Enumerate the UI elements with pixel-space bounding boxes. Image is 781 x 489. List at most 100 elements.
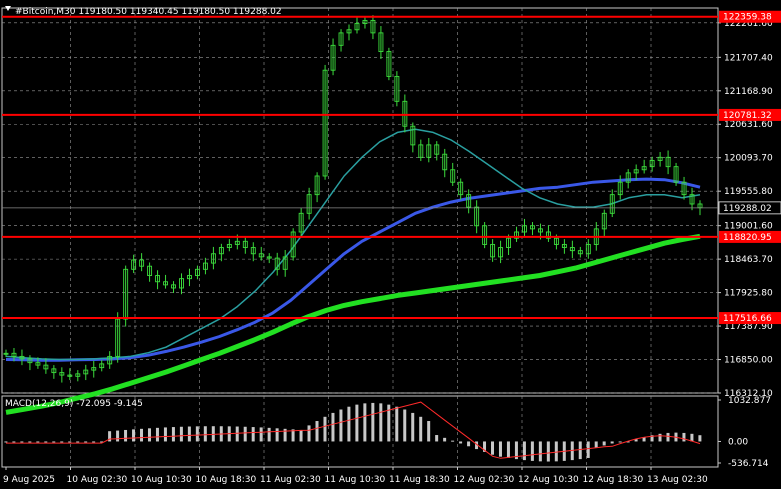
macd-bar	[116, 430, 120, 442]
time-label: 10 Aug 10:30	[131, 475, 192, 485]
macd-bar	[586, 441, 590, 458]
price-label: 120093.70	[724, 154, 773, 164]
macd-bar	[259, 427, 263, 442]
price-label: 121168.90	[724, 87, 773, 97]
macd-bar	[522, 441, 526, 461]
macd-bar	[68, 441, 72, 443]
price-label: 118463.70	[724, 255, 773, 265]
macd-bar	[594, 441, 598, 448]
price-label: 120631.60	[724, 120, 773, 130]
macd-bar	[339, 409, 343, 442]
macd-bar	[666, 432, 670, 442]
macd-bar	[155, 427, 159, 442]
macd-bar	[379, 403, 383, 442]
macd-bar	[299, 429, 303, 442]
time-label: 11 Aug 10:30	[325, 475, 386, 485]
macd-bar	[419, 416, 423, 442]
macd-bar	[443, 437, 447, 442]
macd-bar	[179, 426, 183, 442]
price-label: 116850.00	[724, 356, 773, 366]
macd-bar	[435, 435, 439, 442]
macd-bar	[554, 441, 558, 462]
macd-bar	[323, 416, 327, 442]
macd-bar	[403, 409, 407, 442]
macd-bar	[275, 428, 279, 442]
macd-bar	[307, 425, 311, 442]
macd-bar	[506, 441, 510, 458]
price-label: 117925.80	[724, 289, 773, 299]
macd-bar	[602, 441, 606, 446]
macd-bar	[315, 421, 319, 442]
macd-bar	[251, 427, 255, 442]
macd-bar	[331, 412, 335, 442]
macd-bar	[427, 421, 431, 442]
macd-bar	[490, 441, 494, 455]
macd-bar	[187, 426, 191, 442]
time-label: 13 Aug 02:30	[647, 475, 708, 485]
macd-bar	[44, 441, 48, 443]
macd-bar	[347, 406, 351, 442]
macd-bar	[371, 402, 375, 442]
macd-bar	[610, 441, 614, 444]
time-label: 10 Aug 18:30	[196, 475, 257, 485]
macd-bar	[355, 404, 359, 442]
level-label: 118820.95	[723, 233, 772, 243]
macd-bar	[538, 441, 542, 462]
macd-bar	[124, 429, 128, 442]
macd-bar	[203, 426, 207, 442]
chart-title: #Bitcoin,M30 119180.50 119340.45 119180.…	[15, 7, 282, 17]
macd-bar	[171, 427, 175, 442]
macd-title: MACD(12,26,9) -72.095 -9.145	[5, 399, 143, 409]
macd-axis-label: 1032.877	[728, 396, 771, 406]
macd-bar	[147, 428, 151, 442]
level-label: 120781.32	[723, 111, 772, 121]
macd-bar	[243, 426, 247, 442]
macd-bar	[546, 441, 550, 462]
macd-bar	[36, 441, 40, 443]
price-label: 119555.80	[724, 187, 773, 197]
level-label: 122359.38	[723, 13, 772, 23]
ma-slow-line	[5, 233, 701, 415]
current-price-label: 119288.02	[723, 204, 772, 214]
macd-bar	[618, 441, 622, 443]
macd-bar	[451, 440, 455, 442]
macd-bar	[467, 441, 471, 447]
macd-bar	[92, 441, 96, 443]
macd-bar	[52, 441, 56, 443]
price-chart[interactable]: 9 Aug 2025 10 Aug 02:30 10 Aug 10:30 10 Aug…	[0, 0, 781, 489]
macd-bar	[498, 441, 502, 457]
macd-bar	[235, 426, 239, 442]
level-label: 117516.66	[723, 314, 772, 324]
macd-bar	[459, 441, 463, 444]
macd-bar	[28, 441, 32, 443]
macd-bar	[211, 426, 215, 442]
time-label: 11 Aug 18:30	[389, 475, 450, 485]
macd-bar	[20, 441, 24, 443]
macd-bar	[76, 441, 80, 443]
macd-bar	[682, 432, 686, 442]
macd-bar	[530, 441, 534, 461]
macd-bar	[132, 429, 136, 442]
time-label: 11 Aug 02:30	[260, 475, 321, 485]
macd-bar	[140, 428, 144, 442]
macd-bar	[163, 427, 167, 442]
macd-axis-label: -536.714	[728, 459, 769, 469]
price-label: 121707.40	[724, 53, 773, 63]
macd-bar	[578, 441, 582, 460]
time-label: 12 Aug 10:30	[518, 475, 579, 485]
price-label: 119001.60	[724, 222, 773, 232]
time-label: 9 Aug 2025	[3, 475, 55, 485]
macd-bar	[658, 433, 662, 442]
time-label: 12 Aug 18:30	[583, 475, 644, 485]
macd-bar	[363, 403, 367, 442]
time-label: 10 Aug 02:30	[67, 475, 128, 485]
macd-bar	[84, 441, 88, 443]
macd-bar	[195, 426, 199, 442]
macd-bar	[267, 427, 271, 442]
macd-bar	[60, 441, 64, 443]
macd-bar	[698, 435, 702, 442]
time-label: 12 Aug 02:30	[454, 475, 515, 485]
macd-bar	[12, 441, 16, 443]
chart-window[interactable]: 9 Aug 2025 10 Aug 02:30 10 Aug 10:30 10 Aug…	[0, 0, 781, 489]
macd-signal-line	[6, 401, 701, 459]
